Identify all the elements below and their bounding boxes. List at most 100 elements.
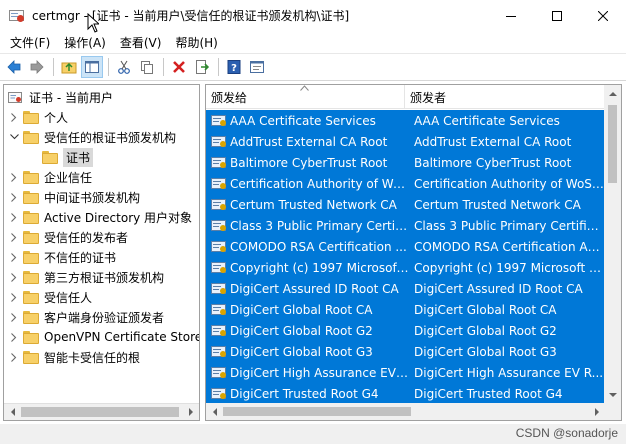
tree-item[interactable]: 不信任的证书: [8, 247, 116, 267]
certificate-icon: [211, 324, 227, 337]
table-row[interactable]: AddTrust External CA Root AddTrust Extern…: [206, 131, 605, 152]
chevron-right-icon[interactable]: [8, 167, 20, 187]
table-row[interactable]: DigiCert Global Root CA DigiCert Global R…: [206, 299, 605, 320]
tree-item[interactable]: 证书: [42, 147, 94, 167]
table-row[interactable]: Class 3 Public Primary Certifi... Class 3…: [206, 215, 605, 236]
table-row[interactable]: COMODO RSA Certification ... COMODO RSA C…: [206, 236, 605, 257]
chevron-right-icon[interactable]: [8, 287, 20, 307]
show-hide-console-tree-button[interactable]: [81, 56, 103, 78]
cut-button[interactable]: [113, 56, 135, 78]
table-row[interactable]: AAA Certificate Services AAA Certificate …: [206, 110, 605, 131]
table-row[interactable]: DigiCert Global Root G3 DigiCert Global R…: [206, 341, 605, 362]
tree-item-label: 不信任的证书: [44, 250, 117, 265]
back-button[interactable]: [3, 56, 25, 78]
menu-view[interactable]: 查看(V): [113, 34, 169, 51]
back-arrow-icon: [7, 60, 21, 74]
cell-issued-to: Certification Authority of Wo...: [230, 176, 412, 191]
scrollbar-corner: [604, 403, 621, 420]
list-horizontal-scrollbar[interactable]: [206, 403, 605, 420]
scroll-down-arrow-icon[interactable]: [604, 386, 621, 403]
scroll-left-arrow-icon[interactable]: [206, 403, 223, 420]
chevron-right-icon[interactable]: [8, 207, 20, 227]
forward-button[interactable]: [26, 56, 48, 78]
chevron-right-icon[interactable]: [8, 307, 20, 327]
folder-up-icon: [61, 62, 77, 74]
toolbar: ?: [0, 53, 626, 81]
properties-button[interactable]: [246, 56, 268, 78]
scroll-thumb[interactable]: [608, 105, 617, 183]
tree-item-label: 受信任的发布者: [44, 230, 129, 245]
menu-help[interactable]: 帮助(H): [168, 34, 224, 51]
mouse-pointer-icon: [87, 13, 99, 33]
chevron-right-icon[interactable]: [8, 227, 20, 247]
export-list-button[interactable]: [191, 56, 213, 78]
tree-item[interactable]: 中间证书颁发机构: [8, 187, 140, 207]
menu-action[interactable]: 操作(A): [57, 34, 113, 51]
scroll-up-arrow-icon[interactable]: [604, 85, 621, 102]
column-header-issued-by[interactable]: 颁发者: [405, 85, 605, 109]
tree-item-label: 企业信任: [44, 170, 93, 185]
tree-root-item[interactable]: 证书 - 当前用户: [7, 87, 113, 107]
folder-icon: [23, 290, 39, 304]
list-header: 颁发给 颁发者: [206, 85, 605, 109]
minimize-button[interactable]: [488, 0, 534, 31]
certificate-icon: [211, 135, 227, 148]
table-row[interactable]: Copyright (c) 1997 Microsoft... Copyright…: [206, 257, 605, 278]
table-row[interactable]: DigiCert Global Root G2 DigiCert Global R…: [206, 320, 605, 341]
properties-window-icon: [250, 61, 264, 73]
help-book-icon: ?: [227, 60, 241, 74]
help-button[interactable]: ?: [223, 56, 245, 78]
tree-item[interactable]: 客户端身份验证颁发者: [8, 307, 164, 327]
tree-item[interactable]: OpenVPN Certificate Store: [8, 327, 199, 347]
tree-item[interactable]: 企业信任: [8, 167, 92, 187]
certmgr-app-icon[interactable]: [9, 8, 25, 24]
column-header-issued-to[interactable]: 颁发给: [206, 85, 405, 109]
scroll-right-arrow-icon[interactable]: [588, 403, 605, 420]
up-level-button[interactable]: [58, 56, 80, 78]
tree-item[interactable]: 智能卡受信任的根: [8, 347, 140, 367]
chevron-right-icon[interactable]: [8, 327, 20, 347]
close-button[interactable]: [580, 0, 626, 31]
maximize-button[interactable]: [534, 0, 580, 31]
console-tree-icon: [85, 61, 99, 73]
menu-file[interactable]: 文件(F): [3, 34, 57, 51]
table-row[interactable]: Certum Trusted Network CA Certum Trusted …: [206, 194, 605, 215]
list-vertical-scrollbar[interactable]: [604, 85, 621, 420]
tree-horizontal-scrollbar[interactable]: [4, 403, 199, 420]
certificates-store-icon: [8, 92, 22, 103]
tree-item[interactable]: 个人: [8, 107, 68, 127]
table-row[interactable]: DigiCert Assured ID Root CA DigiCert Assu…: [206, 278, 605, 299]
delete-x-icon: [173, 61, 185, 73]
chevron-right-icon[interactable]: [8, 107, 20, 127]
table-row[interactable]: DigiCert High Assurance EV ... DigiCert H…: [206, 362, 605, 383]
cell-issued-by: Certum Trusted Network CA: [414, 197, 581, 212]
copy-button[interactable]: [136, 56, 158, 78]
cell-issued-by: DigiCert Global Root G2: [414, 323, 557, 338]
table-row[interactable]: Baltimore CyberTrust Root Baltimore Cyber…: [206, 152, 605, 173]
scroll-thumb[interactable]: [21, 407, 179, 417]
tree-item[interactable]: Active Directory 用户对象: [8, 207, 192, 227]
tree-item[interactable]: 受信任的根证书颁发机构: [8, 127, 176, 147]
scroll-right-arrow-icon[interactable]: [182, 404, 199, 420]
chevron-right-icon[interactable]: [8, 347, 20, 367]
tree-item[interactable]: 第三方根证书颁发机构: [8, 267, 164, 287]
folder-open-icon: [23, 130, 39, 144]
delete-button[interactable]: [168, 56, 190, 78]
table-row[interactable]: DigiCert Trusted Root G4 DigiCert Trusted…: [206, 383, 605, 404]
certificate-icon: [211, 345, 227, 358]
tree-item-label: 中间证书颁发机构: [44, 190, 141, 205]
scroll-thumb[interactable]: [223, 407, 411, 416]
chevron-down-icon[interactable]: [8, 127, 20, 147]
cell-issued-by: DigiCert High Assurance EV R...: [414, 365, 604, 380]
chevron-right-icon[interactable]: [8, 267, 20, 287]
scroll-left-arrow-icon[interactable]: [4, 404, 21, 420]
tree-item[interactable]: 受信任人: [8, 287, 92, 307]
chevron-right-icon[interactable]: [8, 187, 20, 207]
table-row[interactable]: Certification Authority of Wo... Certific…: [206, 173, 605, 194]
tree-item[interactable]: 受信任的发布者: [8, 227, 128, 247]
minimize-icon: [506, 15, 516, 17]
cell-issued-by: Baltimore CyberTrust Root: [414, 155, 572, 170]
tree-item-label: 智能卡受信任的根: [44, 350, 141, 365]
cell-issued-by: DigiCert Assured ID Root CA: [414, 281, 583, 296]
chevron-right-icon[interactable]: [8, 247, 20, 267]
